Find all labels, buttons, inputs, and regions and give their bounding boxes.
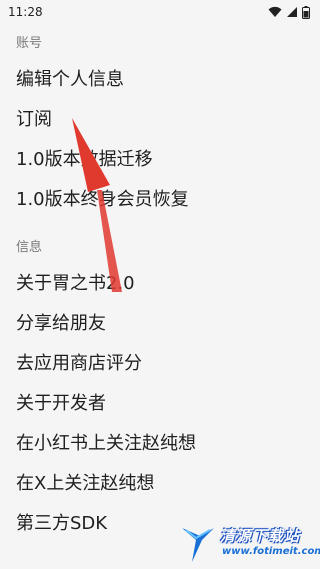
status-icons: [268, 5, 310, 19]
share-with-friends-item[interactable]: 分享给朋友: [0, 302, 320, 342]
status-bar: 11:28: [0, 0, 320, 24]
section-header-account: 账号: [16, 35, 43, 51]
follow-on-xiaohongshu-item[interactable]: 在小红书上关注赵纯想: [0, 422, 320, 462]
settings-list: 账号 编辑个人信息 订阅 1.0版本数据迁移 1.0版本终身会员恢复 信息 关于…: [0, 24, 320, 542]
edit-profile-item[interactable]: 编辑个人信息: [0, 58, 320, 98]
subscription-item[interactable]: 订阅: [0, 98, 320, 138]
status-time: 11:28: [8, 5, 43, 19]
watermark: 清源下载站 www.fotimeit.com: [176, 520, 320, 566]
watermark-url: www.fotimeit.com: [222, 546, 320, 557]
section-header-info: 信息: [16, 239, 43, 255]
watermark-title: 清源下载站: [220, 527, 301, 545]
about-app-item[interactable]: 关于胃之书2.0: [0, 262, 320, 302]
battery-icon: [302, 5, 310, 19]
data-migration-item[interactable]: 1.0版本数据迁移: [0, 138, 320, 178]
watermark-logo-icon: [182, 528, 214, 562]
wifi-icon: [268, 6, 282, 17]
lifetime-membership-restore-item[interactable]: 1.0版本终身会员恢复: [0, 178, 320, 218]
about-developer-item[interactable]: 关于开发者: [0, 382, 320, 422]
signal-icon: [287, 7, 297, 17]
rate-in-store-item[interactable]: 去应用商店评分: [0, 342, 320, 382]
follow-on-x-item[interactable]: 在X上关注赵纯想: [0, 462, 320, 502]
